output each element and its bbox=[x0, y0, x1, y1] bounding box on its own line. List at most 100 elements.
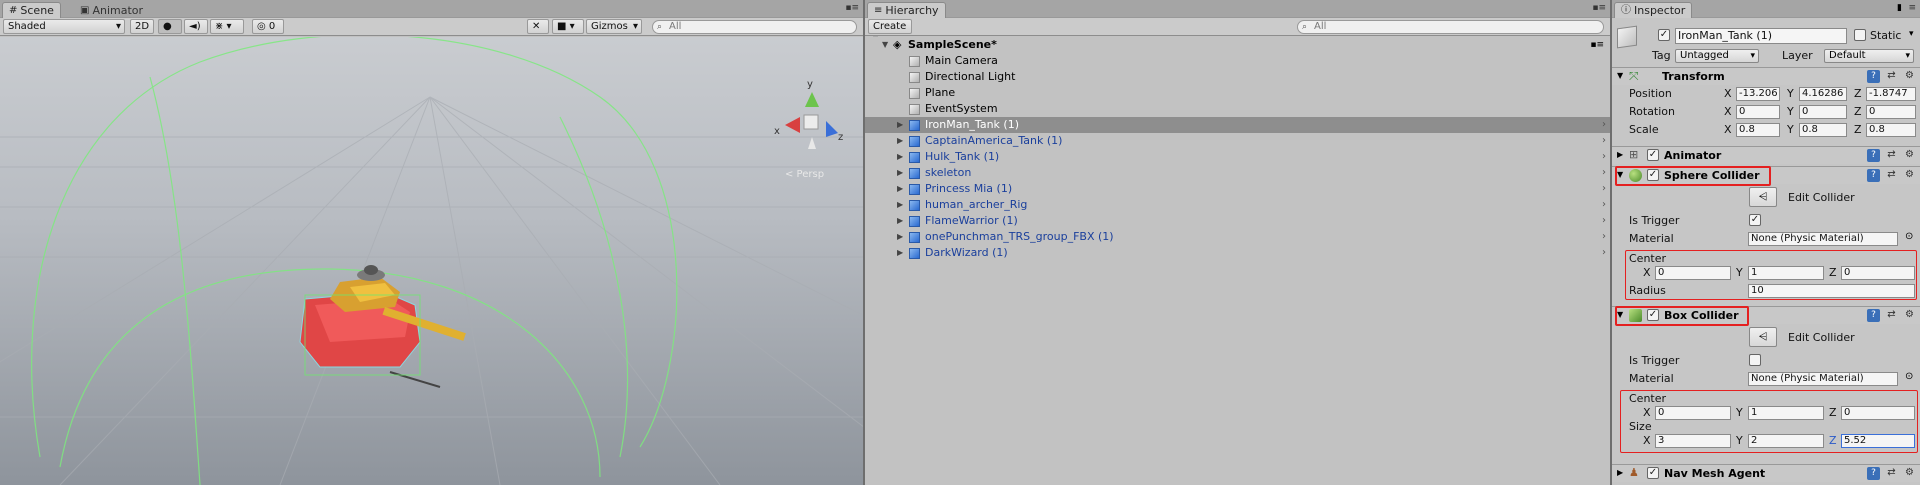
gear-icon[interactable]: ⚙ bbox=[1903, 149, 1916, 162]
open-prefab-icon[interactable]: › bbox=[1602, 213, 1606, 229]
rotation-x-field[interactable]: 0 bbox=[1736, 105, 1780, 119]
lock-icon[interactable]: ▮ bbox=[1897, 3, 1902, 13]
hierarchy-item[interactable]: ▶ onePunchman_TRS_group_FBX (1) › bbox=[865, 229, 1610, 245]
center-z-field[interactable]: 0 bbox=[1841, 406, 1915, 420]
help-book-icon[interactable]: ? bbox=[1867, 169, 1880, 182]
chevron-right-icon[interactable]: ▶ bbox=[897, 133, 903, 149]
material-field[interactable]: None (Physic Material) bbox=[1748, 232, 1898, 246]
center-y-field[interactable]: 1 bbox=[1748, 406, 1824, 420]
center-x-field[interactable]: 0 bbox=[1655, 266, 1731, 280]
edit-collider-button[interactable]: ⩤ bbox=[1749, 187, 1777, 207]
help-book-icon[interactable]: ? bbox=[1867, 467, 1880, 480]
chevron-down-icon[interactable]: ▼ bbox=[1617, 170, 1623, 179]
center-x-field[interactable]: 0 bbox=[1655, 406, 1731, 420]
hierarchy-item[interactable]: EventSystem bbox=[865, 101, 1610, 117]
panel-menu-icon[interactable]: ▪≡ bbox=[1592, 3, 1606, 13]
hierarchy-item[interactable]: ▶ Hulk_Tank (1) › bbox=[865, 149, 1610, 165]
hierarchy-item[interactable]: Main Camera bbox=[865, 53, 1610, 69]
hierarchy-item[interactable]: ▶ skeleton › bbox=[865, 165, 1610, 181]
open-prefab-icon[interactable]: › bbox=[1602, 245, 1606, 261]
tab-inspector[interactable]: ⓘ Inspector bbox=[1614, 2, 1693, 18]
tag-dropdown[interactable]: Untagged bbox=[1675, 49, 1759, 63]
edit-collider-button[interactable]: ⩤ bbox=[1749, 327, 1777, 347]
hierarchy-search-input[interactable]: ⌕ All bbox=[1297, 20, 1604, 34]
tools-button[interactable]: ✕ bbox=[527, 19, 549, 34]
open-prefab-icon[interactable]: › bbox=[1602, 165, 1606, 181]
center-y-field[interactable]: 1 bbox=[1748, 266, 1824, 280]
chevron-right-icon[interactable]: ▶ bbox=[1617, 150, 1623, 159]
tab-scene[interactable]: # Scene bbox=[2, 2, 61, 18]
animator-header[interactable]: ▶ ⊞ ✓ Animator ? ⇄ ⚙ bbox=[1612, 146, 1920, 164]
sphere-collider-enabled-checkbox[interactable]: ✓ bbox=[1647, 169, 1659, 181]
gizmos-dropdown[interactable]: Gizmos ▾ bbox=[586, 19, 642, 34]
transform-header[interactable]: ▼ ⤧ Transform ? ⇄ ⚙ bbox=[1612, 67, 1920, 85]
animator-enabled-checkbox[interactable]: ✓ bbox=[1647, 149, 1659, 161]
help-book-icon[interactable]: ? bbox=[1867, 70, 1880, 83]
scene-menu-icon[interactable]: ▪≡ bbox=[1590, 37, 1604, 53]
scale-z-field[interactable]: 0.8 bbox=[1866, 123, 1916, 137]
chevron-right-icon[interactable]: ▶ bbox=[897, 149, 903, 165]
object-picker-icon[interactable]: ⊙ bbox=[1905, 231, 1913, 242]
position-x-field[interactable]: -13.206 bbox=[1736, 87, 1780, 101]
hierarchy-item[interactable]: ▶ IronMan_Tank (1) › bbox=[865, 117, 1610, 133]
scale-x-field[interactable]: 0.8 bbox=[1736, 123, 1780, 137]
2d-toggle[interactable]: 2D bbox=[130, 19, 154, 34]
chevron-right-icon[interactable]: ▶ bbox=[897, 181, 903, 197]
is-trigger-checkbox[interactable] bbox=[1749, 354, 1761, 366]
rotation-y-field[interactable]: 0 bbox=[1799, 105, 1847, 119]
panel-menu-icon[interactable]: ▪≡ bbox=[845, 3, 859, 13]
gear-icon[interactable]: ⚙ bbox=[1903, 309, 1916, 322]
tab-animator[interactable]: ▣ Animator bbox=[74, 2, 149, 18]
chevron-right-icon[interactable]: ▶ bbox=[897, 165, 903, 181]
is-trigger-checkbox[interactable]: ✓ bbox=[1749, 214, 1761, 226]
hierarchy-item[interactable]: ▶ CaptainAmerica_Tank (1) › bbox=[865, 133, 1610, 149]
shading-mode-dropdown[interactable]: Shaded ▾ bbox=[3, 19, 125, 34]
size-x-field[interactable]: 3 bbox=[1655, 434, 1731, 448]
chevron-down-icon[interactable]: ▼ bbox=[1617, 310, 1623, 319]
box-collider-header[interactable]: ▼ ✓ Box Collider ? ⇄ ⚙ bbox=[1612, 306, 1920, 324]
gear-icon[interactable]: ⚙ bbox=[1903, 467, 1916, 480]
hidden-objects-toggle[interactable]: ◎ 0 bbox=[252, 19, 284, 34]
size-y-field[interactable]: 2 bbox=[1748, 434, 1824, 448]
help-book-icon[interactable]: ? bbox=[1867, 149, 1880, 162]
preset-icon[interactable]: ⇄ bbox=[1885, 467, 1898, 480]
object-picker-icon[interactable]: ⊙ bbox=[1905, 371, 1913, 382]
size-z-field[interactable]: 5.52 bbox=[1841, 434, 1915, 448]
open-prefab-icon[interactable]: › bbox=[1602, 117, 1606, 133]
scene-root[interactable]: ▼ ◈ SampleScene* ▪≡ bbox=[865, 37, 1610, 53]
box-collider-enabled-checkbox[interactable]: ✓ bbox=[1647, 309, 1659, 321]
chevron-right-icon[interactable]: ▶ bbox=[897, 229, 903, 245]
rotation-z-field[interactable]: 0 bbox=[1866, 105, 1916, 119]
persp-label[interactable]: < Persp bbox=[785, 169, 824, 180]
lighting-toggle[interactable]: ● bbox=[158, 19, 182, 34]
chevron-down-icon[interactable]: ▾ bbox=[1909, 29, 1914, 39]
open-prefab-icon[interactable]: › bbox=[1602, 229, 1606, 245]
scale-y-field[interactable]: 0.8 bbox=[1799, 123, 1847, 137]
static-checkbox[interactable] bbox=[1854, 29, 1866, 41]
scene-viewport[interactable]: y x z < Persp bbox=[0, 37, 863, 485]
hierarchy-item[interactable]: ▶ human_archer_Rig › bbox=[865, 197, 1610, 213]
position-z-field[interactable]: -1.8747 bbox=[1866, 87, 1916, 101]
layer-dropdown[interactable]: Default bbox=[1824, 49, 1914, 63]
hierarchy-item[interactable]: ▶ DarkWizard (1) › bbox=[865, 245, 1610, 261]
panel-menu-icon[interactable]: ≡ bbox=[1908, 3, 1916, 13]
material-field[interactable]: None (Physic Material) bbox=[1748, 372, 1898, 386]
hierarchy-item[interactable]: Directional Light bbox=[865, 69, 1610, 85]
hierarchy-item[interactable]: Plane bbox=[865, 85, 1610, 101]
chevron-right-icon[interactable]: ▶ bbox=[897, 197, 903, 213]
chevron-down-icon[interactable]: ▼ bbox=[1617, 71, 1623, 80]
gear-icon[interactable]: ⚙ bbox=[1903, 169, 1916, 182]
chevron-down-icon[interactable]: ▼ bbox=[882, 37, 888, 53]
chevron-right-icon[interactable]: ▶ bbox=[1617, 468, 1623, 477]
camera-dropdown[interactable]: ■ ▾ bbox=[552, 19, 584, 34]
chevron-right-icon[interactable]: ▶ bbox=[897, 213, 903, 229]
effects-dropdown[interactable]: ⋇ ▾ bbox=[210, 19, 244, 34]
hierarchy-item[interactable]: ▶ FlameWarrior (1) › bbox=[865, 213, 1610, 229]
nav-mesh-agent-header[interactable]: ▶ ♟ ✓ Nav Mesh Agent ? ⇄ ⚙ bbox=[1612, 464, 1920, 482]
object-name-field[interactable]: IronMan_Tank (1) bbox=[1675, 28, 1847, 44]
open-prefab-icon[interactable]: › bbox=[1602, 133, 1606, 149]
open-prefab-icon[interactable]: › bbox=[1602, 149, 1606, 165]
gear-icon[interactable]: ⚙ bbox=[1903, 70, 1916, 83]
audio-toggle[interactable]: ◄) bbox=[184, 19, 208, 34]
preset-icon[interactable]: ⇄ bbox=[1885, 70, 1898, 83]
